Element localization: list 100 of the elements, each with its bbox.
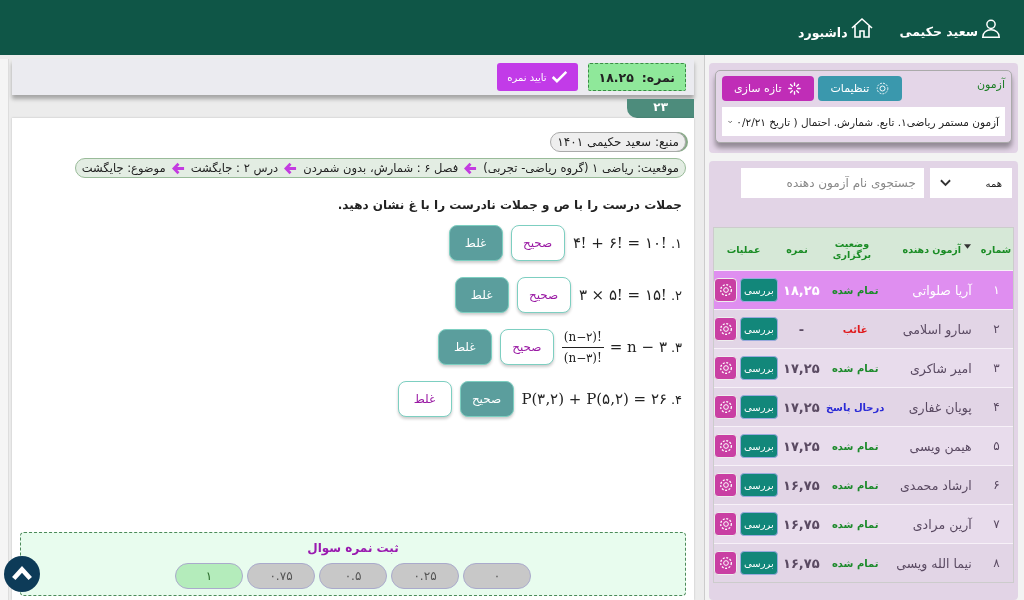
table-row[interactable]: ۳ امیر شاکری تمام شده ۱۷,۲۵ بررسی: [714, 348, 1013, 387]
exam-label: آزمون: [976, 76, 1005, 91]
table-cell-text: ۵: [992, 439, 1001, 453]
answer-option[interactable]: صحیح: [516, 277, 571, 313]
table-cell-text: ۷: [992, 517, 1001, 531]
gear-icon: [717, 321, 734, 337]
review-button[interactable]: بررسی: [740, 512, 778, 536]
question-text: جملات درست را با ص و جملات نادرست را با غ نشان دهید.: [336, 198, 682, 212]
table-cell-text: ۳: [992, 361, 1001, 375]
answer-option[interactable]: غلط: [397, 381, 452, 417]
statement-number: ۳.: [670, 339, 682, 355]
table-cell-text: سارو اسلامی: [901, 321, 973, 337]
home-icon: [849, 15, 874, 40]
table-cell-text: ۱۶,۷۵: [782, 477, 821, 493]
gear-icon: [717, 438, 734, 454]
table-cell-text: ۱۶,۷۵: [782, 516, 821, 532]
answer-option[interactable]: غلط: [454, 277, 509, 313]
column-header: عملیات: [725, 243, 762, 255]
breadcrumb-item: درس ۲ : جایگشت: [190, 161, 279, 175]
statement-number: ۴.: [670, 391, 682, 407]
table-cell-text: امیر شاکری: [908, 360, 973, 376]
review-button[interactable]: بررسی: [740, 395, 778, 419]
status-text: تمام شده: [830, 556, 880, 570]
score-option[interactable]: ۰: [463, 563, 531, 589]
gear-button[interactable]: [714, 551, 737, 575]
score-display: نمره: ۱۸.۲۵: [587, 63, 686, 91]
table-cell-text: ۱۸,۲۵: [782, 282, 821, 298]
review-button[interactable]: بررسی: [740, 551, 778, 575]
table-row[interactable]: ۵ هیمن ویسی تمام شده ۱۷,۲۵ بررسی: [714, 426, 1013, 465]
table-cell-text: ۱۷,۲۵: [782, 438, 821, 454]
table-cell-text: ۲: [992, 322, 1001, 336]
column-header[interactable]: آزمون دهنده: [883, 243, 979, 255]
dashboard-link[interactable]: داشبورد: [798, 15, 874, 40]
status-text: غائب: [841, 322, 869, 336]
gear-button[interactable]: [714, 512, 737, 536]
gear-button[interactable]: [714, 317, 737, 341]
table-cell-text: نیما الله ویسی: [895, 555, 973, 571]
math-expression: ۴! + ۶! = ۱۰!: [572, 234, 667, 252]
score-option[interactable]: ۰.۵: [319, 563, 387, 589]
status-text: تمام شده: [830, 283, 880, 297]
score-option[interactable]: ۰.۲۵: [391, 563, 459, 589]
review-button[interactable]: بررسی: [740, 434, 778, 458]
table-cell-text: -: [797, 321, 806, 337]
score-option[interactable]: ۱: [175, 563, 243, 589]
review-button[interactable]: بررسی: [740, 356, 778, 380]
filter-dropdown[interactable]: همه: [930, 168, 1012, 198]
breadcrumb-item: فصل ۶ : شمارش، بدون شمردن: [303, 161, 459, 175]
column-header: نمره: [785, 243, 809, 255]
breadcrumb-item: موضوع: جایگشت: [81, 161, 166, 175]
gear-icon: [717, 516, 734, 532]
column-header: شماره: [979, 243, 1013, 255]
status-text: تمام شده: [830, 478, 880, 492]
table-row[interactable]: ۷ آرین مرادی تمام شده ۱۶,۷۵ بررسی: [714, 504, 1013, 543]
answer-option[interactable]: غلط: [437, 329, 492, 365]
gear-button[interactable]: [714, 278, 737, 302]
gear-button[interactable]: [714, 395, 737, 419]
gear-icon: [717, 477, 734, 493]
review-button[interactable]: بررسی: [740, 473, 778, 497]
statement-number: ۱.: [670, 235, 682, 251]
answer-option[interactable]: صحیح: [499, 329, 554, 365]
table-row[interactable]: ۱ آریا صلواتی تمام شده ۱۸,۲۵ بررسی: [714, 270, 1013, 309]
settings-icon: [875, 81, 891, 96]
spinner-icon: [787, 81, 803, 96]
settings-button[interactable]: تنظیمات: [818, 76, 903, 101]
table-cell-text: ۱۷,۲۵: [782, 360, 821, 376]
table-cell-text: ۱۶,۷۵: [782, 555, 821, 571]
table-cell-text: هیمن ویسی: [908, 438, 973, 454]
status-text: تمام شده: [830, 517, 880, 531]
gear-icon: [717, 360, 734, 376]
answer-option[interactable]: صحیح: [510, 225, 565, 261]
score-option[interactable]: ۰.۷۵: [247, 563, 315, 589]
math-expression: ۳ × ۵! = ۱۵!: [578, 286, 667, 304]
table-cell-text: پویان غفاری: [907, 399, 973, 415]
chevron-down-icon: [940, 179, 951, 187]
arrow-left-icon: [464, 161, 478, 175]
table-cell-text: ۱۷,۲۵: [782, 399, 821, 415]
table-cell-text: ارشاد محمدی: [899, 477, 973, 493]
gear-button[interactable]: [714, 473, 737, 497]
user-menu[interactable]: سعید حکیمی: [899, 16, 1002, 39]
review-button[interactable]: بررسی: [740, 317, 778, 341]
confirm-score-button[interactable]: تایید نمره: [497, 63, 578, 91]
exam-select[interactable]: آزمون مستمر ریاضی۱. تابع. شمارش. احتمال ( تاریخ ۰/۲/۲۱: [722, 107, 1005, 136]
gear-icon: [717, 282, 734, 298]
answer-option[interactable]: صحیح: [459, 381, 514, 417]
table-cell-text: ۸: [992, 556, 1001, 570]
math-expression: P(۳,۲) + P(۵,۲) = ۲۶: [521, 390, 667, 408]
gear-icon: [717, 399, 734, 415]
review-button[interactable]: بررسی: [740, 278, 778, 302]
gear-button[interactable]: [714, 434, 737, 458]
status-text: تمام شده: [830, 439, 880, 453]
search-field[interactable]: جستجوی نام آزمون دهنده: [741, 168, 924, 198]
gear-button[interactable]: [714, 356, 737, 380]
gear-icon: [717, 555, 734, 571]
sort-caret-icon: [964, 243, 971, 249]
arrow-left-icon: [171, 161, 185, 175]
table-cell-text: ۴: [992, 400, 1001, 414]
refresh-button[interactable]: تازه سازی: [722, 76, 815, 101]
table-cell-text: آریا صلواتی: [911, 282, 973, 298]
source-tag: منبع: سعید حکیمی ۱۴۰۱: [550, 132, 686, 152]
answer-option[interactable]: غلط: [448, 225, 503, 261]
